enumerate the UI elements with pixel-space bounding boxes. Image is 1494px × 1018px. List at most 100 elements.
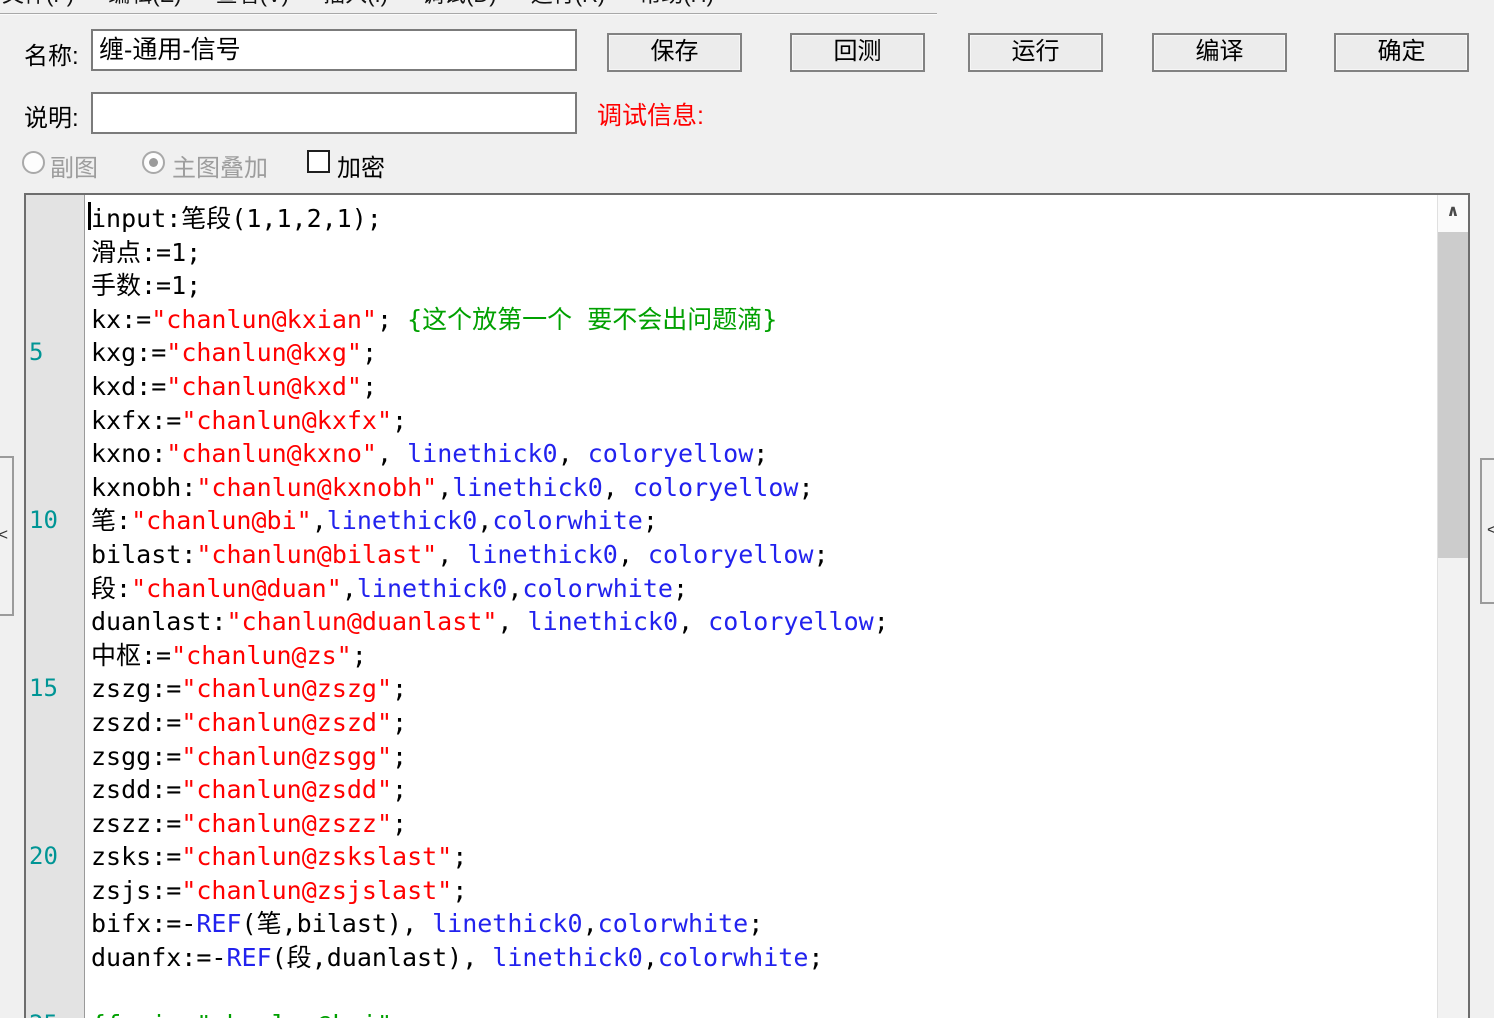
code-line[interactable]: 段:"chanlun@duan",linethick0,colorwhite; [91, 572, 1437, 606]
code-line[interactable]: kxfx:="chanlun@kxfx"; [91, 404, 1437, 438]
code-segment: linethick0 [492, 943, 643, 973]
code-line[interactable]: kx:="chanlun@kxian"; {这个放第一个 要不会出问题滴} [91, 303, 1437, 337]
code-segment: REF [226, 943, 272, 973]
code-segment: "chanlun@kxnobh" [196, 472, 438, 502]
code-segment: , [678, 607, 709, 637]
code-line[interactable]: bifx:=-REF(笔,bilast), linethick0,colorwh… [91, 907, 1437, 941]
code-segment: ; [392, 674, 408, 704]
line-number: 5 [29, 338, 44, 367]
code-line[interactable]: zsgg:="chanlun@zsgg"; [91, 740, 1437, 774]
code-segment: linethick0 [326, 506, 478, 536]
scrollbar-thumb[interactable] [1438, 232, 1468, 558]
save-button[interactable]: 保存 [607, 33, 742, 72]
code-line[interactable]: zsjs:="chanlun@zsjslast"; [91, 874, 1437, 908]
menu-item-run[interactable]: 运行(R) [531, 0, 606, 11]
code-segment: ; [392, 405, 408, 435]
confirm-button[interactable]: 确定 [1334, 33, 1469, 72]
code-line[interactable]: 中枢:="chanlun@zs"; [91, 639, 1437, 673]
code-segment: ; [813, 539, 829, 569]
code-line[interactable]: 笔:"chanlun@bi",linethick0,colorwhite; [91, 504, 1437, 538]
code-segment: ; [452, 875, 468, 905]
code-segment: input:笔段(1,1,2,1); [91, 204, 382, 233]
debug-info-label: 调试信息: [597, 102, 704, 130]
code-segment: zszz:= [91, 808, 182, 838]
line-number: 10 [29, 506, 58, 535]
code-segment: kxno: [91, 439, 167, 469]
backtest-button[interactable]: 回测 [790, 33, 925, 72]
encrypt-checkbox[interactable] [307, 150, 330, 173]
code-segment: zsgg:= [91, 741, 182, 771]
menu-item-debug[interactable]: 调试(D) [422, 0, 497, 11]
menu-item-edit[interactable]: 编辑(E) [108, 0, 181, 11]
code-segment: ; [392, 707, 408, 737]
code-line[interactable]: duanlast:"chanlun@duanlast", linethick0,… [91, 605, 1437, 639]
code-line[interactable]: kxg:="chanlun@kxg"; [91, 336, 1437, 370]
code-segment: linethick0 [432, 909, 583, 939]
run-button[interactable]: 运行 [968, 33, 1103, 72]
compile-button[interactable]: 编译 [1152, 33, 1287, 72]
code-line[interactable]: bilast:"chanlun@bilast", linethick0, col… [91, 538, 1437, 572]
menu-separator [0, 13, 937, 15]
code-segment: ; [392, 775, 408, 805]
menu-item-insert[interactable]: 插入(I) [323, 0, 388, 11]
code-segment: (段,duanlast), [271, 943, 493, 973]
code-segment: kxnobh: [91, 472, 197, 502]
collapse-right-icon: < [1487, 520, 1494, 539]
menu-item-file[interactable]: 文件(F) [2, 0, 74, 11]
code-segment: "chanlun@kxfx" [181, 405, 393, 435]
vertical-scrollbar[interactable]: ∧ [1437, 195, 1468, 1018]
scroll-up-arrow-icon[interactable]: ∧ [1438, 195, 1468, 232]
code-segment: "chanlun@zsgg" [181, 741, 393, 771]
line-number: 20 [29, 842, 58, 871]
code-line[interactable]: zszz:="chanlun@zszz"; [91, 807, 1437, 841]
code-line[interactable]: zsdd:="chanlun@zsdd"; [91, 773, 1437, 807]
code-segment: colorwhite [597, 909, 749, 939]
menu-item-view[interactable]: 查看(V) [216, 0, 289, 11]
code-segment: ; [392, 741, 408, 771]
code-segment: zsks:= [91, 842, 182, 872]
code-segment: kxd:= [91, 371, 167, 401]
radio-mainchart-overlay[interactable] [142, 151, 165, 174]
code-line[interactable]: kxnobh:"chanlun@kxnobh",linethick0, colo… [91, 471, 1437, 505]
code-line[interactable]: 手数:=1; [91, 269, 1437, 303]
code-segment: REF [196, 909, 242, 939]
radio-subchart[interactable] [22, 151, 45, 174]
description-input[interactable] [91, 92, 577, 134]
left-panel-collapse-button[interactable]: < [0, 456, 14, 616]
line-number-gutter: 5 10 15 20 25 [26, 195, 85, 1018]
code-segment: linethick0 [452, 472, 603, 502]
code-segment: bifx:=- [91, 909, 197, 939]
name-label: 名称: [24, 43, 79, 70]
code-area[interactable]: input:笔段(1,1,2,1); 滑点:=1; 手数:=1; kx:="chanl… [86, 195, 1437, 1018]
code-segment: linethick0 [356, 573, 508, 603]
code-segment: , [582, 909, 598, 939]
code-segment: 手数:=1; [91, 271, 202, 301]
code-line[interactable] [91, 975, 1437, 1009]
code-line[interactable]: kxno:"chanlun@kxno", linethick0, colorye… [91, 437, 1437, 471]
code-line[interactable]: kxd:="chanlun@kxd"; [91, 370, 1437, 404]
code-segment: bilast: [91, 539, 197, 569]
code-segment: , [497, 607, 528, 637]
code-line[interactable]: 滑点:=1; [91, 236, 1437, 270]
code-line[interactable]: duanfx:=-REF(段,duanlast), linethick0,col… [91, 941, 1437, 975]
code-segment: {fxxin:"chanlun@kxi" [91, 1010, 392, 1018]
code-segment: "chanlun@bilast" [196, 539, 438, 569]
code-line[interactable]: input:笔段(1,1,2,1); [91, 202, 1437, 236]
code-line[interactable]: zszg:="chanlun@zszg"; [91, 672, 1437, 706]
right-panel-collapse-button[interactable]: < [1480, 458, 1494, 604]
code-segment: "chanlun@kxg" [166, 338, 362, 368]
code-segment: kx:= [91, 304, 152, 334]
code-line[interactable]: zszd:="chanlun@zszd"; [91, 706, 1437, 740]
code-segment: , [617, 539, 648, 569]
code-segment: 笔: [91, 506, 132, 536]
code-segment: ; [452, 842, 468, 872]
code-segment: "chanlun@kxian" [151, 304, 377, 334]
code-segment: "chanlun@zszg" [181, 674, 393, 704]
menu-item-help[interactable]: 帮助(H) [639, 0, 714, 11]
code-segment: "chanlun@kxd" [166, 371, 362, 401]
code-segment: zsdd:= [91, 775, 182, 805]
code-segment: colorwhite [657, 943, 809, 973]
name-input[interactable]: 缠-通用-信号 [91, 29, 577, 71]
code-line[interactable]: {fxxin:"chanlun@kxi" [91, 1008, 1437, 1018]
code-line[interactable]: zsks:="chanlun@zskslast"; [91, 840, 1437, 874]
